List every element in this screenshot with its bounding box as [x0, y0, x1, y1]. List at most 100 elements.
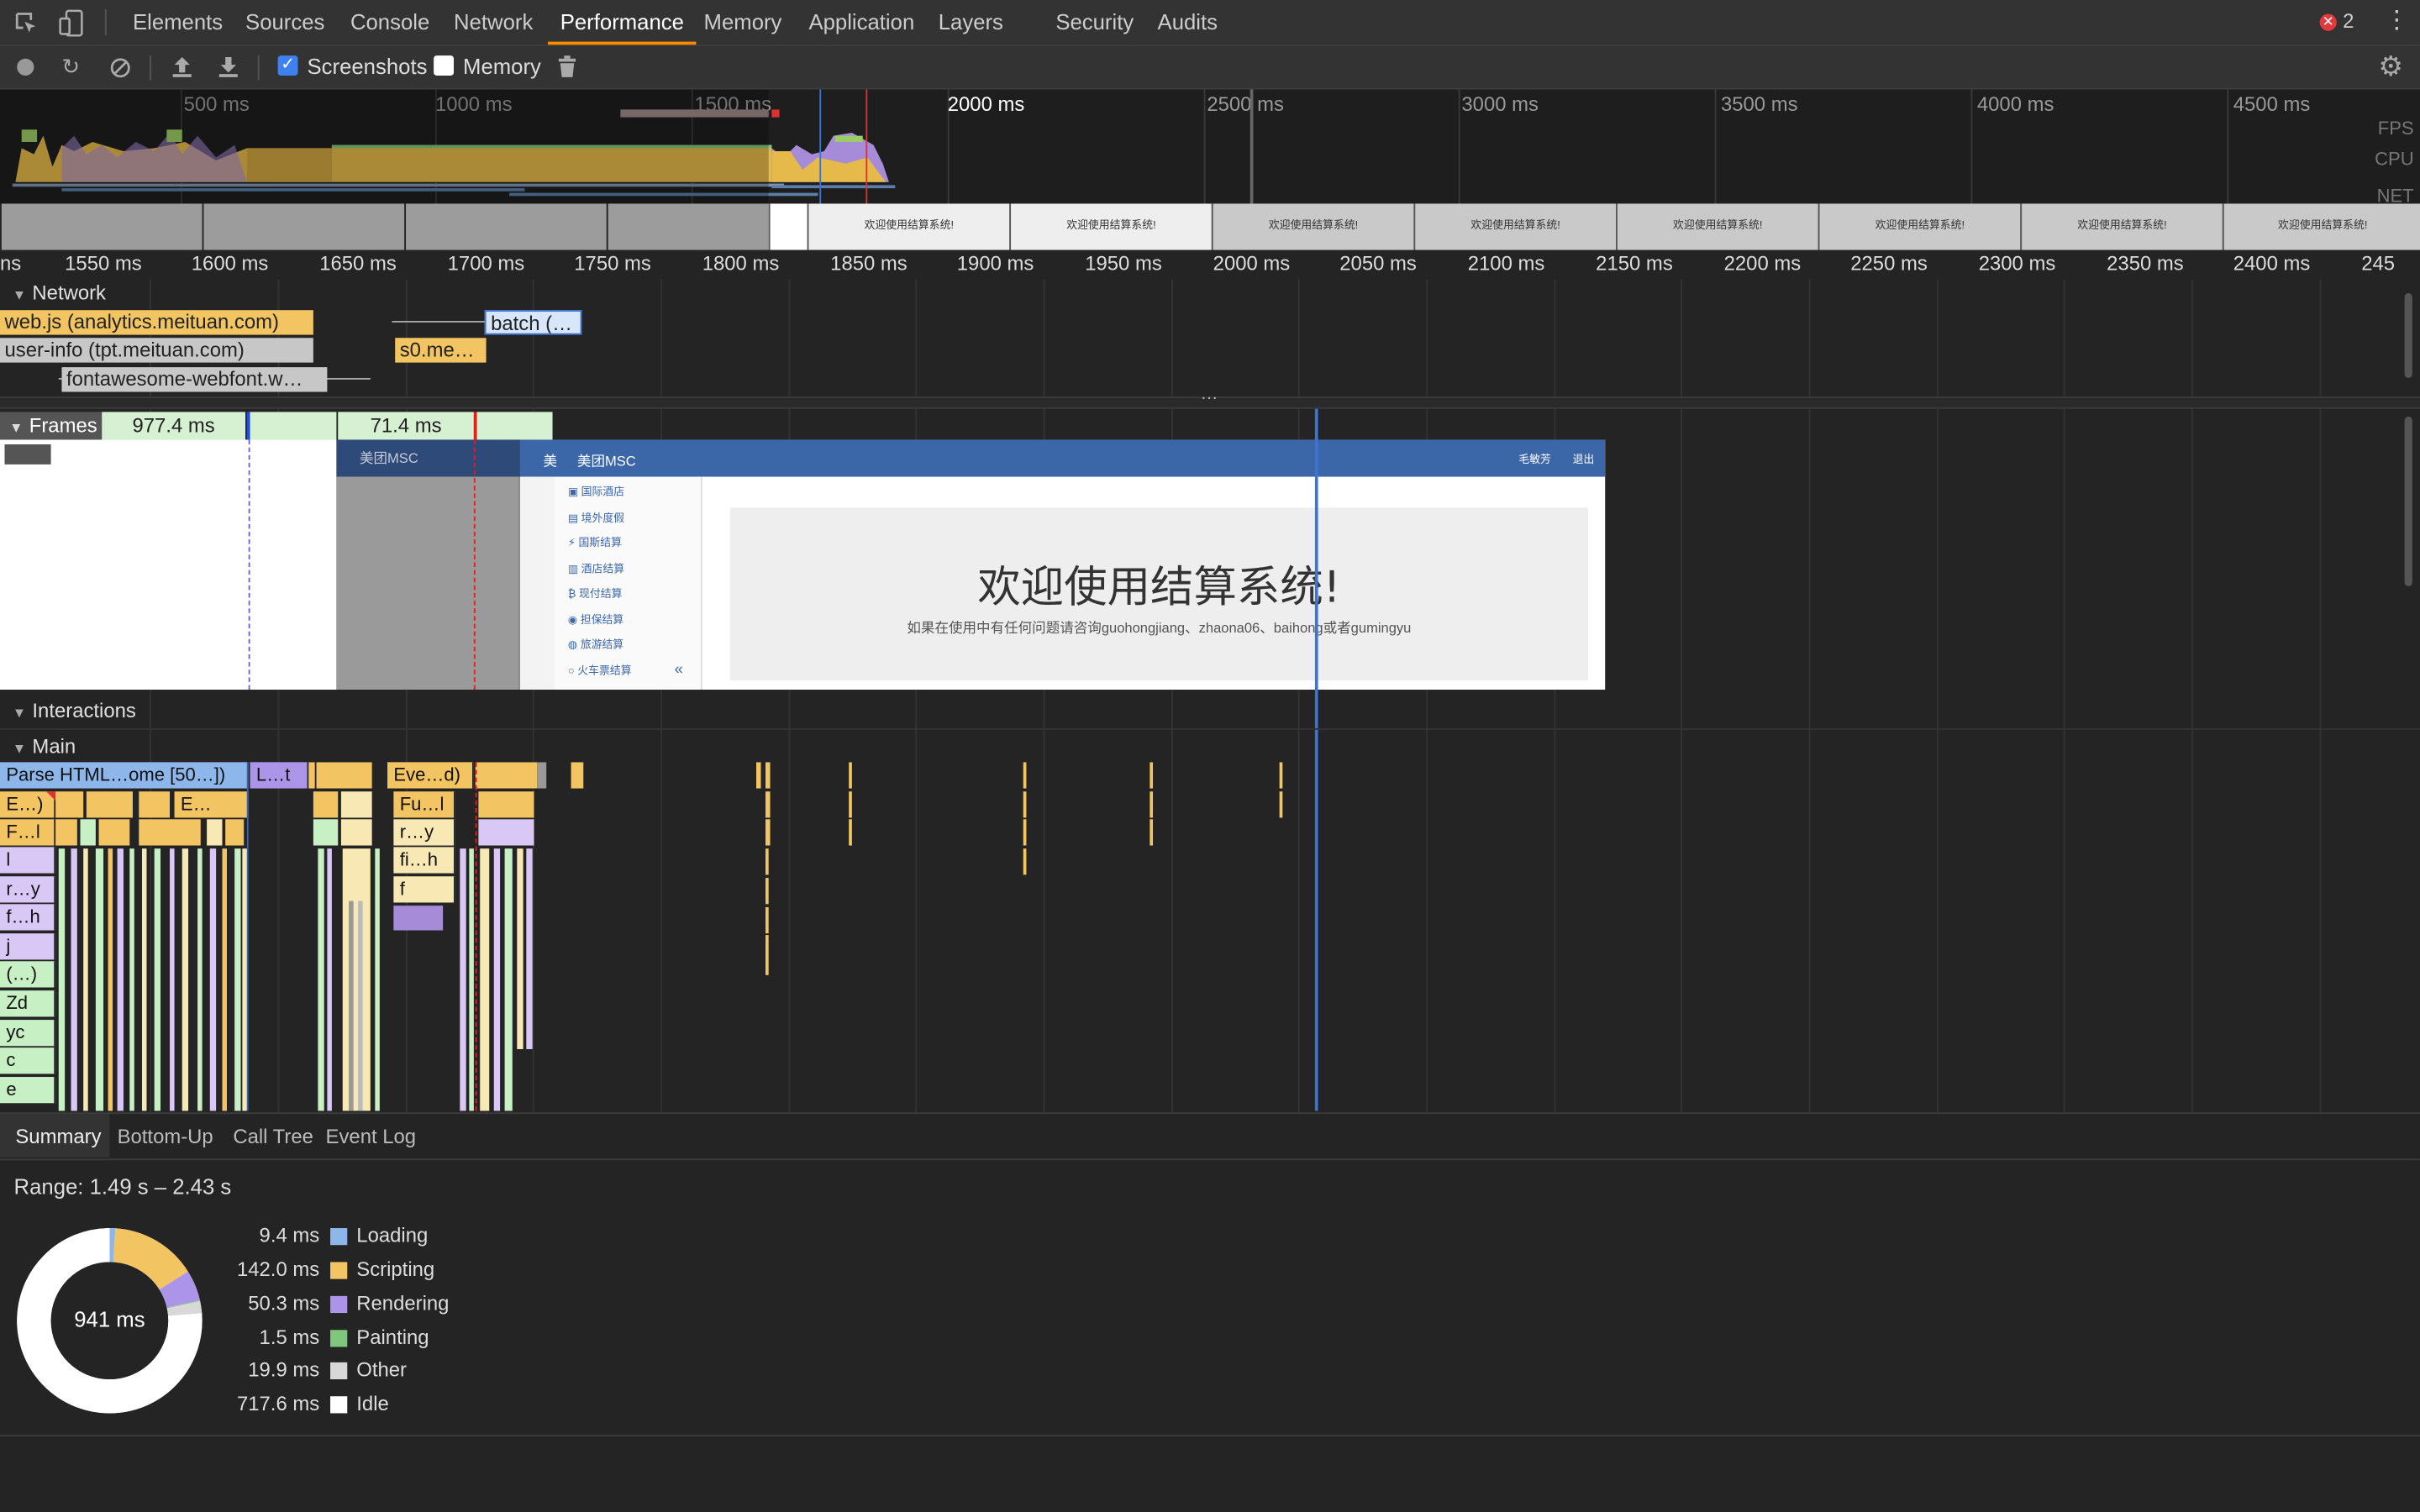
app-welcome-subtext: 如果在使用中有任何问题请咨询guohongjiang、zhaona06、baih… — [907, 620, 1412, 636]
tab-sources[interactable]: Sources — [245, 0, 324, 45]
tab-layers[interactable]: Layers — [939, 0, 1003, 45]
performance-toolbar: ↻ ✓ Screenshots Memory ⚙ — [0, 46, 2420, 90]
tab-network[interactable]: Network — [454, 0, 533, 45]
app-menu-item: ▣ 国际酒店 — [567, 487, 625, 499]
tab-call-tree[interactable]: Call Tree — [233, 1114, 313, 1157]
clear-icon[interactable] — [109, 57, 131, 79]
pie-slice-rendering — [159, 1271, 200, 1309]
frame-block[interactable] — [250, 412, 337, 440]
tab-application[interactable]: Application — [808, 0, 914, 45]
legend-swatch — [330, 1396, 348, 1414]
error-icon[interactable]: ✕ — [2319, 13, 2337, 31]
frame-screenshot-thumb — [4, 444, 51, 465]
filmstrip-thumbnail — [0, 203, 203, 250]
network-request[interactable]: batch (… — [484, 310, 582, 335]
screenshots-label[interactable]: Screenshots — [308, 46, 428, 88]
preview-brand: 美团MSC — [336, 439, 522, 477]
tab-bottom-up[interactable]: Bottom-Up — [118, 1114, 213, 1157]
legend-value: 717.6 ms — [236, 1391, 320, 1415]
tab-audits[interactable]: Audits — [1158, 0, 1218, 45]
network-request-whisker — [392, 321, 488, 323]
more-options-icon[interactable]: ⋮ — [2385, 5, 2409, 39]
main-track-header[interactable]: ▼ Main — [0, 734, 76, 758]
screenshots-checkbox[interactable]: ✓ — [277, 55, 298, 76]
interactions-track-header[interactable]: ▼ Interactions — [0, 699, 136, 722]
overview-unselected-mask — [0, 89, 769, 204]
tab-summary[interactable]: Summary — [0, 1114, 109, 1158]
main-scrollbar[interactable] — [2404, 416, 2412, 586]
frame-block[interactable]: 71.4 ms — [338, 412, 474, 440]
app-sidebar: ▣ 国际酒店 ▤ 境外度假 ⚡ 国斯结算 ▥ 酒店结算 ₿ 现付结算 ◉ 担保结… — [554, 476, 702, 690]
ruler-tick: 2000 ms — [1213, 251, 1291, 275]
app-user: 毛敏芳 — [1518, 454, 1551, 466]
ruler-tick: 1900 ms — [956, 251, 1034, 275]
ruler-tick: 2250 ms — [1850, 251, 1928, 275]
collapse-triangle-icon[interactable]: ▼ — [13, 705, 26, 720]
tab-memory[interactable]: Memory — [704, 0, 782, 45]
legend-swatch — [330, 1362, 348, 1380]
tab-performance[interactable]: Performance — [548, 0, 697, 45]
device-toolbar-icon[interactable] — [59, 9, 83, 37]
filmstrip-thumbnail: 欢迎使用结算系统! — [1616, 203, 1818, 250]
frame-marker-line — [248, 439, 250, 690]
ruler-tick: 2100 ms — [1467, 251, 1545, 275]
error-count[interactable]: 2 — [2343, 9, 2354, 33]
network-request[interactable]: fontawesome-webfont.w… — [61, 367, 328, 392]
overview-marker-blue — [819, 89, 822, 204]
frame-screenshot: 美 美团MSC 毛敏芳 退出 ▣ 国际酒店 ▤ 境外度假 ⚡ 国斯结算 ▥ 酒店… — [519, 439, 1606, 690]
save-profile-icon[interactable] — [218, 55, 239, 79]
filmstrip-thumbnail: 欢迎使用结算系统! — [1413, 203, 1617, 250]
ruler-tick: 2050 ms — [1339, 251, 1417, 275]
tab-event-log[interactable]: Event Log — [326, 1114, 417, 1157]
collapse-triangle-icon[interactable]: ▼ — [13, 287, 26, 302]
filmstrip-thumbnail: 欢迎使用结算系统! — [1009, 203, 1212, 250]
filmstrip-thumbnail: 欢迎使用结算系统! — [2222, 203, 2420, 250]
network-scrollbar[interactable] — [2404, 292, 2412, 378]
legend-label: Painting — [356, 1325, 429, 1349]
app-menu-item: ◉ 担保结算 — [567, 614, 624, 626]
network-request[interactable]: web.js (analytics.meituan.com) — [0, 310, 313, 335]
app-menu-item: ₿ 现付结算 — [567, 589, 623, 601]
tab-elements[interactable]: Elements — [133, 0, 223, 45]
overview-selection-handle[interactable] — [1249, 89, 1254, 204]
legend-label: Scripting — [356, 1257, 435, 1281]
network-track-title: Network — [32, 281, 107, 304]
frames-track-header[interactable]: ▼ Frames — [0, 412, 103, 440]
ruler-tick: 1800 ms — [702, 251, 780, 275]
collapse-triangle-icon[interactable]: ▼ — [13, 741, 26, 756]
network-request[interactable]: s0.me… — [395, 338, 487, 363]
filmstrip-thumbnail — [404, 203, 607, 250]
record-icon[interactable] — [17, 58, 34, 76]
time-ruler: ns 1550 ms 1600 ms 1650 ms 1700 ms 1750 … — [0, 251, 2420, 280]
ruler-tick: 2200 ms — [1723, 251, 1802, 275]
frame-block[interactable] — [476, 412, 553, 440]
legend-label: Loading — [356, 1223, 429, 1247]
legend-label: Other — [356, 1357, 408, 1381]
network-track-header[interactable]: ▼ Network — [0, 281, 106, 304]
resize-handle-icon[interactable]: ··· — [1201, 389, 1218, 407]
ruler-tick: 1850 ms — [830, 251, 908, 275]
frame-block[interactable]: 977.4 ms — [102, 412, 246, 440]
app-menu-item: ◍ 旅游结算 — [567, 640, 624, 652]
settings-gear-icon[interactable]: ⚙ — [2378, 48, 2403, 87]
trash-icon[interactable] — [557, 55, 577, 79]
network-request[interactable]: user-info (tpt.meituan.com) — [0, 338, 313, 363]
timeline-overview[interactable]: 500 ms 1000 ms 1500 ms 2000 ms 2500 ms 3… — [0, 89, 2420, 250]
inspect-element-icon[interactable] — [14, 11, 39, 35]
app-menu-item: ○ 火车票结算 — [567, 665, 632, 677]
reload-record-icon[interactable]: ↻ — [61, 46, 80, 88]
memory-label[interactable]: Memory — [463, 46, 541, 88]
tab-security[interactable]: Security — [1055, 0, 1134, 45]
tab-console[interactable]: Console — [350, 0, 429, 45]
frame-boundary-line — [475, 762, 477, 1111]
track-divider — [0, 727, 2420, 730]
legend-value: 19.9 ms — [248, 1357, 320, 1381]
filmstrip-thumbnail — [202, 203, 405, 250]
collapse-triangle-icon[interactable]: ▼ — [9, 420, 23, 435]
filmstrip-thumbnail: 欢迎使用结算系统! — [1211, 203, 1414, 250]
load-profile-icon[interactable] — [171, 55, 193, 79]
app-welcome-heading: 欢迎使用结算系统! — [977, 561, 1341, 613]
app-welcome-panel: 欢迎使用结算系统! 如果在使用中有任何问题请咨询guohongjiang、zha… — [729, 507, 1588, 680]
memory-checkbox[interactable] — [434, 55, 454, 76]
filmstrip-thumbnail: 欢迎使用结算系统! — [1818, 203, 2021, 250]
